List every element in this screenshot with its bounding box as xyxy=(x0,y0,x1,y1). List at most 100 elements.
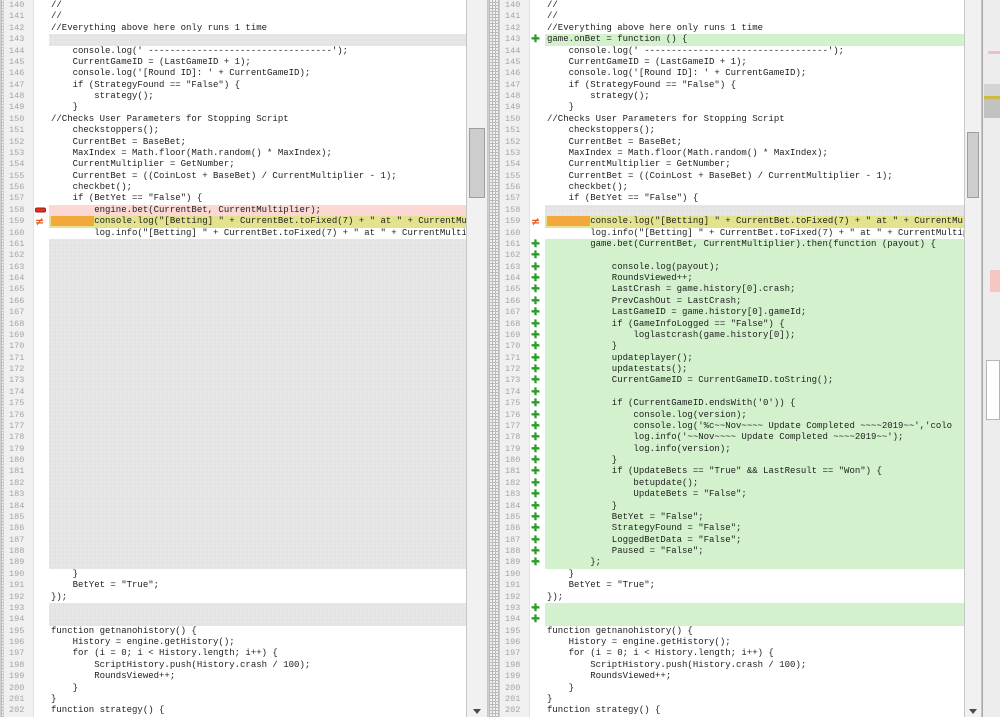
left-file-pane[interactable]: 140//141//142//Everything above here onl… xyxy=(4,0,466,717)
line-number[interactable]: 161 xyxy=(500,239,530,250)
left-pane-scrollbar[interactable] xyxy=(466,0,488,717)
code-text[interactable]: // xyxy=(545,11,964,22)
line-number[interactable]: 198 xyxy=(4,660,34,671)
code-text[interactable]: History = engine.getHistory(); xyxy=(545,637,964,648)
line-number[interactable]: 171 xyxy=(4,353,34,364)
code-text[interactable]: // xyxy=(49,11,466,22)
line-number[interactable]: 180 xyxy=(500,455,530,466)
line-number[interactable]: 149 xyxy=(500,102,530,113)
code-text[interactable]: betupdate(); xyxy=(545,478,964,489)
line-number[interactable]: 142 xyxy=(4,23,34,34)
code-text[interactable]: console.log(' --------------------------… xyxy=(49,46,466,57)
line-number[interactable]: 171 xyxy=(500,353,530,364)
code-text[interactable]: console.log(version); xyxy=(545,410,964,421)
line-number[interactable]: 182 xyxy=(500,478,530,489)
line-number[interactable]: 163 xyxy=(500,262,530,273)
line-number[interactable]: 167 xyxy=(500,307,530,318)
line-number[interactable]: 146 xyxy=(4,68,34,79)
line-number[interactable]: 191 xyxy=(500,580,530,591)
line-number[interactable]: 185 xyxy=(4,512,34,523)
line-number[interactable]: 143 xyxy=(4,34,34,45)
code-text[interactable]: engine.bet(CurrentBet, CurrentMultiplier… xyxy=(49,205,466,216)
line-number[interactable]: 153 xyxy=(500,148,530,159)
line-number[interactable]: 196 xyxy=(500,637,530,648)
right-file-pane[interactable]: 140//141//142//Everything above here onl… xyxy=(500,0,964,717)
line-number[interactable]: 192 xyxy=(500,592,530,603)
line-number[interactable]: 193 xyxy=(4,603,34,614)
line-number[interactable]: 149 xyxy=(4,102,34,113)
line-number[interactable]: 152 xyxy=(4,137,34,148)
line-number[interactable]: 164 xyxy=(500,273,530,284)
code-text[interactable]: } xyxy=(49,683,466,694)
down-arrow-icon[interactable] xyxy=(473,709,481,714)
line-number[interactable]: 146 xyxy=(500,68,530,79)
code-text[interactable]: function strategy() { xyxy=(49,705,466,716)
code-text[interactable]: game.bet(CurrentBet, CurrentMultiplier).… xyxy=(545,239,964,250)
line-number[interactable]: 150 xyxy=(500,114,530,125)
line-number[interactable]: 166 xyxy=(500,296,530,307)
code-text[interactable]: } xyxy=(545,102,964,113)
code-text[interactable] xyxy=(545,250,964,261)
code-text[interactable]: } xyxy=(545,501,964,512)
line-number[interactable]: 154 xyxy=(500,159,530,170)
line-number[interactable]: 166 xyxy=(4,296,34,307)
line-number[interactable]: 179 xyxy=(500,444,530,455)
line-number[interactable]: 154 xyxy=(4,159,34,170)
code-text[interactable] xyxy=(545,387,964,398)
line-number[interactable]: 197 xyxy=(4,648,34,659)
line-number[interactable]: 147 xyxy=(500,80,530,91)
line-number[interactable]: 155 xyxy=(500,171,530,182)
code-text[interactable]: checkstoppers(); xyxy=(545,125,964,136)
line-number[interactable]: 188 xyxy=(4,546,34,557)
code-text[interactable]: CurrentBet = ((CoinLost + BaseBet) / Cur… xyxy=(49,171,466,182)
code-text[interactable] xyxy=(545,614,964,625)
line-number[interactable]: 172 xyxy=(500,364,530,375)
code-text[interactable]: if (BetYet == "False") { xyxy=(545,193,964,204)
code-text[interactable]: updatestats(); xyxy=(545,364,964,375)
code-text[interactable]: updateplayer(); xyxy=(545,353,964,364)
line-number[interactable]: 186 xyxy=(4,523,34,534)
line-number[interactable]: 176 xyxy=(4,410,34,421)
line-number[interactable]: 181 xyxy=(500,466,530,477)
right-scrollbar-thumb[interactable] xyxy=(967,132,979,198)
line-number[interactable]: 144 xyxy=(4,46,34,57)
line-number[interactable]: 202 xyxy=(500,705,530,716)
line-number[interactable]: 190 xyxy=(4,569,34,580)
code-text[interactable]: strategy(); xyxy=(545,91,964,102)
navigation-bar[interactable] xyxy=(982,0,1000,717)
code-text[interactable]: ScriptHistory.push(History.crash / 100); xyxy=(545,660,964,671)
code-text[interactable]: History = engine.getHistory(); xyxy=(49,637,466,648)
line-number[interactable]: 195 xyxy=(4,626,34,637)
line-number[interactable]: 194 xyxy=(4,614,34,625)
line-number[interactable]: 190 xyxy=(500,569,530,580)
code-text[interactable]: strategy(); xyxy=(49,91,466,102)
line-number[interactable]: 160 xyxy=(4,228,34,239)
line-number[interactable]: 144 xyxy=(500,46,530,57)
code-text[interactable]: } xyxy=(545,569,964,580)
line-number[interactable]: 158 xyxy=(500,205,530,216)
code-text[interactable]: for (i = 0; i < History.length; i++) { xyxy=(545,648,964,659)
code-text[interactable]: log.info('~~Nov~~~~ Update Completed ~~~… xyxy=(545,432,964,443)
pane-splitter[interactable] xyxy=(488,0,500,717)
line-number[interactable]: 185 xyxy=(500,512,530,523)
code-text[interactable]: if (BetYet == "False") { xyxy=(49,193,466,204)
code-text[interactable]: }); xyxy=(49,592,466,603)
line-number[interactable]: 189 xyxy=(4,557,34,568)
down-arrow-icon[interactable] xyxy=(969,709,977,714)
line-number[interactable]: 143 xyxy=(500,34,530,45)
line-number[interactable]: 193 xyxy=(500,603,530,614)
code-text[interactable]: checkbet(); xyxy=(545,182,964,193)
line-number[interactable]: 152 xyxy=(500,137,530,148)
line-number[interactable]: 141 xyxy=(4,11,34,22)
code-text[interactable]: console.log("[Betting] " + CurrentBet.to… xyxy=(49,216,466,227)
code-text[interactable]: } xyxy=(49,102,466,113)
code-text[interactable]: RoundsViewed++; xyxy=(49,671,466,682)
line-number[interactable]: 170 xyxy=(4,341,34,352)
code-text[interactable]: } xyxy=(545,455,964,466)
code-text[interactable]: CurrentGameID = (LastGameID + 1); xyxy=(49,57,466,68)
line-number[interactable]: 169 xyxy=(500,330,530,341)
line-number[interactable]: 173 xyxy=(500,375,530,386)
line-number[interactable]: 142 xyxy=(500,23,530,34)
line-number[interactable]: 168 xyxy=(500,319,530,330)
line-number[interactable]: 187 xyxy=(500,535,530,546)
